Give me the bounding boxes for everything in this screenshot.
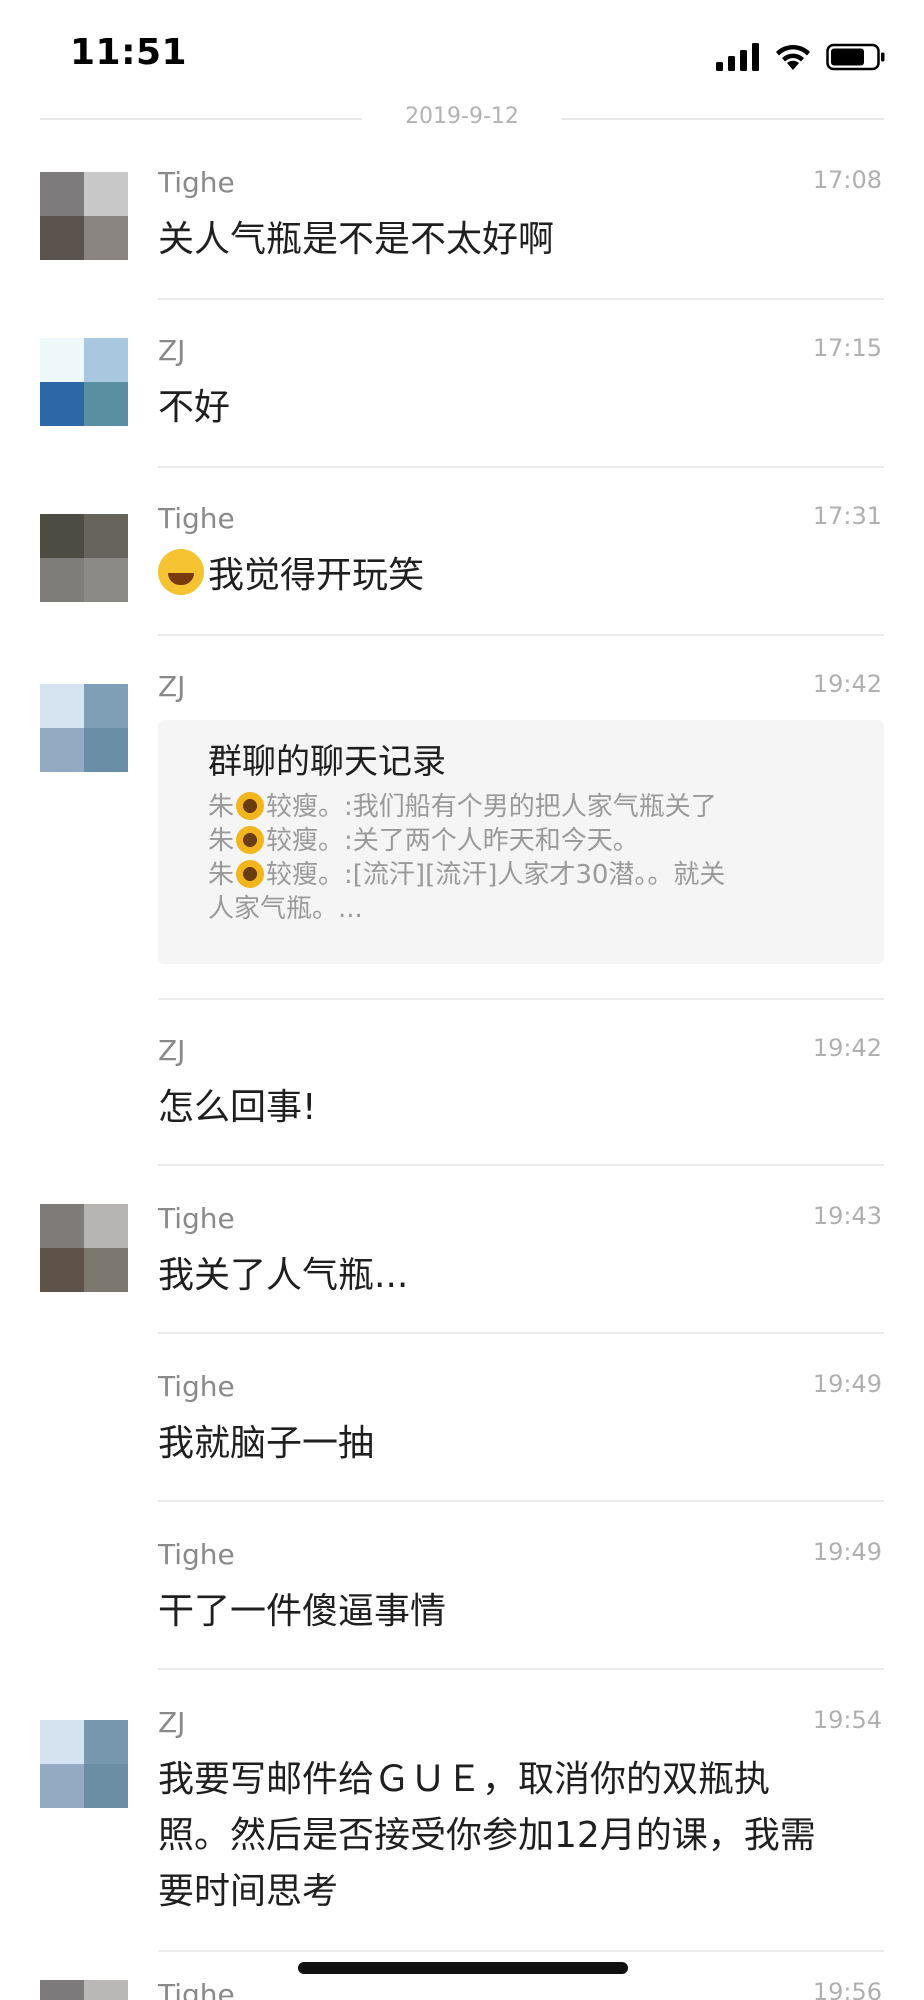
status-time: 11:51 (70, 32, 188, 73)
divider-line (562, 118, 884, 120)
message-separator (158, 466, 884, 468)
sunflower-emoji-icon (236, 860, 265, 888)
message-time: 17:08 (812, 166, 882, 194)
message-text: 我觉得开玩笑 (158, 548, 886, 604)
chat-message[interactable]: ZJ 19:54 我要写邮件给ＧＵＥ，取消你的双瓶执 照。然后是否接受你参加12… (0, 1700, 924, 1952)
message-text: 关人气瓶是不是不太好啊 (158, 219, 555, 260)
message-separator (158, 1332, 884, 1334)
date-label: 2019-9-12 (405, 104, 519, 129)
message-separator (158, 1500, 884, 1502)
message-text-line: 要时间思考 (158, 1871, 339, 1912)
chat-message[interactable]: Tighe 19:56 (0, 1980, 924, 2000)
message-time: 19:54 (812, 1706, 882, 1734)
sender-name: ZJ (158, 670, 186, 703)
avatar[interactable] (40, 684, 128, 772)
chat-message[interactable]: Tighe 19:49 干了一件傻逼事情 (0, 1532, 924, 1672)
sender-name: ZJ (158, 1034, 186, 1067)
sender-name: Tighe (158, 1370, 235, 1403)
chat-message[interactable]: Tighe 17:31 我觉得开玩笑 (0, 496, 924, 636)
chat-message[interactable]: ZJ 19:42 怎么回事! (0, 1028, 924, 1168)
message-time: 19:56 (812, 1980, 882, 2000)
avatar[interactable] (40, 172, 128, 260)
message-time: 19:49 (812, 1370, 882, 1398)
message-text-line: 照。然后是否接受你参加12月的课，我需 (158, 1815, 816, 1856)
sender-name: ZJ (158, 334, 186, 367)
message-text-line: 我要写邮件给ＧＵＥ，取消你的双瓶执 (158, 1759, 771, 1800)
message-text: 我就脑子一抽 (158, 1423, 375, 1464)
sunflower-emoji-icon (236, 826, 265, 854)
cellular-signal-icon (716, 43, 759, 71)
message-text: 我要写邮件给ＧＵＥ，取消你的双瓶执 照。然后是否接受你参加12月的课，我需 要时… (158, 1752, 886, 1920)
date-divider: 2019-9-12 (40, 100, 884, 140)
sender-name: Tighe (158, 1980, 235, 2000)
sunflower-emoji-icon (236, 792, 265, 820)
message-separator (158, 998, 884, 1000)
message-text: 不好 (158, 387, 231, 428)
message-text-content: 我觉得开玩笑 (208, 555, 425, 596)
message-text: 怎么回事! (158, 1087, 317, 1128)
sender-name: Tighe (158, 502, 235, 535)
sender-name: Tighe (158, 166, 235, 199)
message-separator (158, 298, 884, 300)
avatar[interactable] (40, 338, 128, 426)
sender-name: Tighe (158, 1538, 235, 1571)
avatar[interactable] (40, 1204, 128, 1292)
sender-name: ZJ (158, 1706, 186, 1739)
laughing-crying-emoji-icon (158, 549, 204, 595)
message-separator (158, 1950, 884, 1952)
message-time: 19:42 (812, 1034, 882, 1062)
chat-message[interactable]: ZJ 19:42 群聊的聊天记录 朱较瘦。:我们船有个男的把人家气瓶关了 朱较瘦… (0, 664, 924, 1000)
chat-message[interactable]: Tighe 19:43 我关了人气瓶... (0, 1196, 924, 1336)
status-icons (716, 40, 886, 74)
card-preview-line: 朱较瘦。:关了两个人昨天和今天。 (208, 826, 639, 856)
card-title: 群聊的聊天记录 (208, 742, 446, 782)
message-separator (158, 1668, 884, 1670)
sender-name: Tighe (158, 1202, 235, 1235)
message-separator (158, 1164, 884, 1166)
battery-icon (826, 43, 885, 71)
home-indicator[interactable] (298, 1962, 628, 1974)
wifi-icon (776, 44, 810, 70)
message-text: 我关了人气瓶... (158, 1255, 409, 1296)
message-time: 19:49 (812, 1538, 882, 1566)
card-preview-line: 朱较瘦。:[流汗][流汗]人家才30潜。。就关 (208, 860, 726, 890)
message-separator (158, 634, 884, 636)
message-time: 17:15 (812, 334, 882, 362)
chat-message[interactable]: Tighe 19:49 我就脑子一抽 (0, 1364, 924, 1504)
card-preview-line: 人家气瓶。... (208, 894, 363, 924)
message-time: 19:43 (812, 1202, 882, 1230)
avatar[interactable] (40, 514, 128, 602)
chat-history-card[interactable]: 群聊的聊天记录 朱较瘦。:我们船有个男的把人家气瓶关了 朱较瘦。:关了两个人昨天… (158, 720, 884, 964)
chat-message[interactable]: Tighe 17:08 关人气瓶是不是不太好啊 (0, 160, 924, 300)
status-bar: 11:51 (0, 0, 924, 110)
message-time: 17:31 (812, 502, 882, 530)
message-time: 19:42 (812, 670, 882, 698)
avatar[interactable] (40, 1720, 128, 1808)
message-text: 干了一件傻逼事情 (158, 1591, 447, 1632)
avatar[interactable] (40, 1980, 128, 2000)
card-preview-line: 朱较瘦。:我们船有个男的把人家气瓶关了 (208, 792, 717, 822)
chat-message[interactable]: ZJ 17:15 不好 (0, 328, 924, 468)
